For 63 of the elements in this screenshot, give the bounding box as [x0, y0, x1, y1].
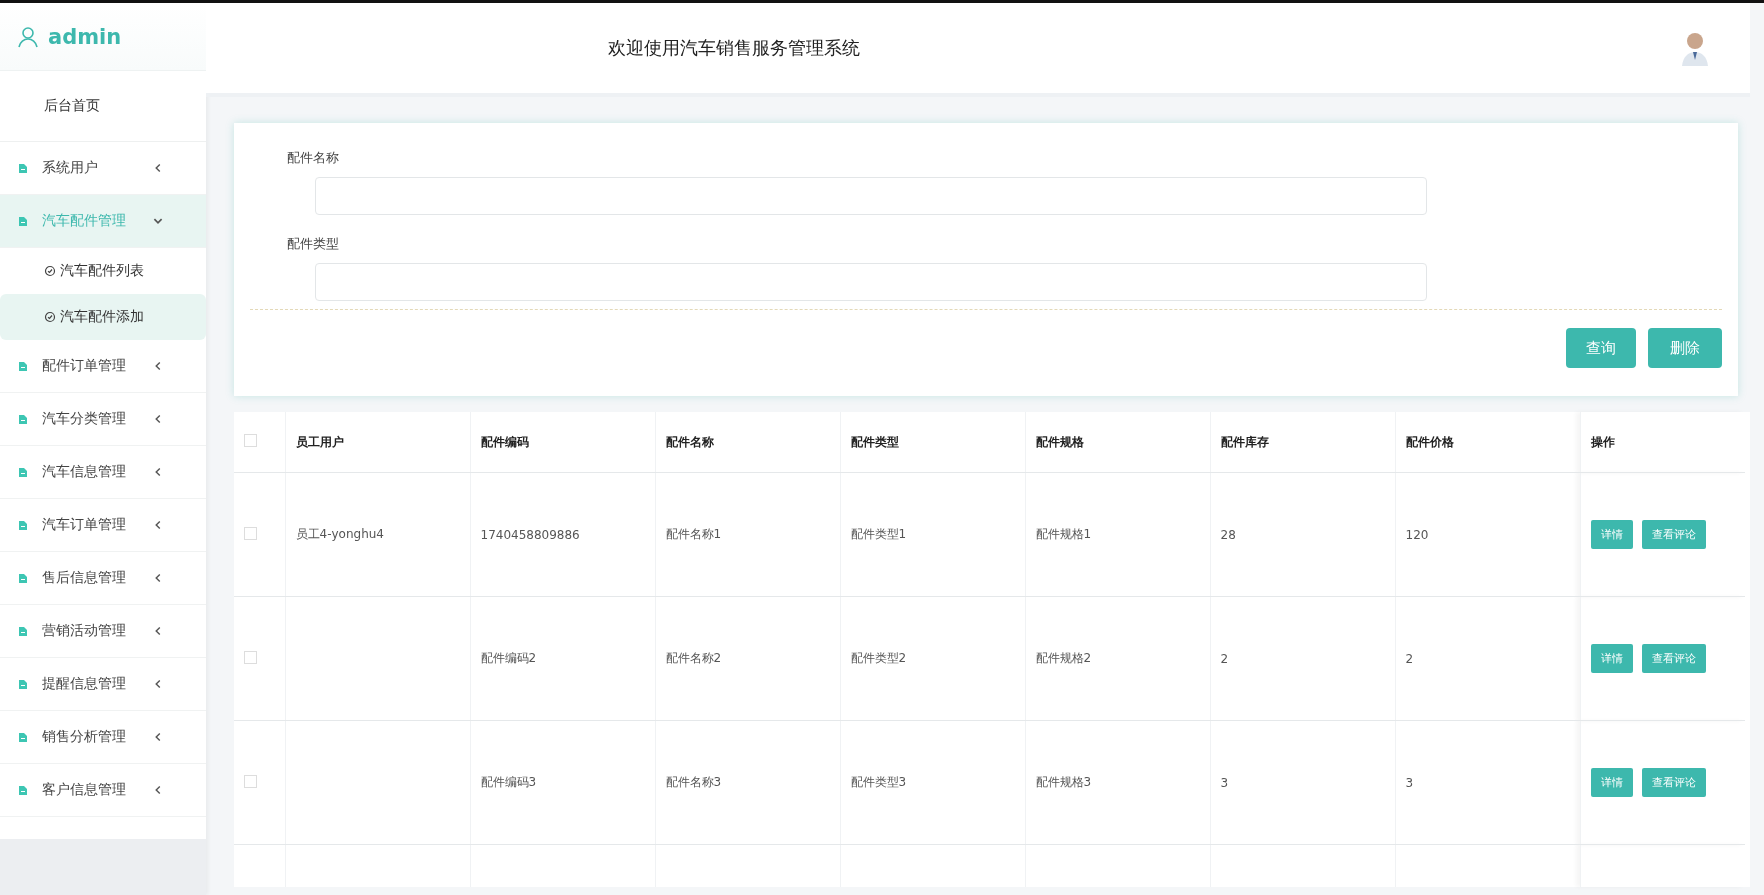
- table-cell: 配件名称1: [665, 527, 722, 541]
- input-field[interactable]: [315, 263, 1427, 301]
- sidebar-item[interactable]: 售后信息管理: [0, 552, 206, 605]
- column-header: 员工用户: [295, 434, 344, 449]
- table-cell: 配件名称2: [665, 651, 722, 665]
- clock-icon: [44, 265, 56, 277]
- column-header: 操作: [1590, 434, 1615, 449]
- page-title: 欢迎使用汽车销售服务管理系统: [608, 36, 860, 60]
- table-cell: 配件类型1: [850, 527, 907, 541]
- sidebar-subitem[interactable]: 汽车配件添加: [0, 294, 206, 340]
- checkbox[interactable]: [244, 526, 257, 540]
- column-header: 配件类型: [850, 434, 899, 449]
- document-icon: [18, 360, 28, 372]
- table-cell: 1740458809886: [480, 527, 580, 542]
- document-icon: [18, 162, 28, 174]
- table-cell: 2: [1405, 651, 1414, 666]
- document-icon: [18, 625, 28, 637]
- table-cell: 120: [1405, 527, 1429, 542]
- document-icon: [18, 572, 28, 584]
- table-cell: 配件类型3: [850, 775, 907, 789]
- document-icon: [18, 784, 28, 796]
- checkbox[interactable]: [244, 650, 257, 664]
- sidebar-item[interactable]: 汽车分类管理: [0, 393, 206, 446]
- column-header: 配件编码: [480, 434, 529, 449]
- sidebar-item[interactable]: 汽车订单管理: [0, 499, 206, 552]
- column-header: 配件规格: [1035, 434, 1084, 449]
- sidebar-item[interactable]: 汽车信息管理: [0, 446, 206, 499]
- document-icon: [18, 519, 28, 531]
- table-cell: 3: [1220, 775, 1229, 790]
- field-label: 配件名称: [287, 149, 340, 167]
- document-icon: [18, 413, 28, 425]
- sidebar-item[interactable]: 客户信息管理: [0, 764, 206, 817]
- table-cell: 员工4-yonghu4: [295, 527, 384, 541]
- table-cell: 配件名称3: [665, 775, 722, 789]
- checkbox[interactable]: [244, 434, 257, 447]
- table-cell: 配件规格1: [1035, 527, 1092, 541]
- checkbox[interactable]: [244, 774, 257, 788]
- field-label: 配件类型: [287, 235, 340, 253]
- sidebar-item[interactable]: 配件订单管理: [0, 340, 206, 393]
- table-cell: 2: [1220, 651, 1229, 666]
- document-icon: [18, 215, 28, 227]
- column-header: 配件名称: [665, 434, 714, 449]
- input-field[interactable]: [315, 177, 1427, 215]
- table-cell: 配件规格2: [1035, 651, 1092, 665]
- table-cell: 配件编码3: [480, 775, 537, 789]
- document-icon: [18, 678, 28, 690]
- avatar-icon[interactable]: [1680, 30, 1710, 66]
- column-header: 配件价格: [1405, 434, 1454, 449]
- sidebar-subitem[interactable]: 汽车配件列表: [0, 248, 206, 294]
- sidebar-item[interactable]: 提醒信息管理: [0, 658, 206, 711]
- document-icon: [18, 466, 28, 478]
- table-cell: 配件编码2: [480, 651, 537, 665]
- table-cell: 配件类型2: [850, 651, 907, 665]
- user-icon: [16, 24, 40, 49]
- table-cell: 3: [1405, 775, 1414, 790]
- user-name: admin: [48, 24, 122, 49]
- sidebar-item[interactable]: 营销活动管理: [0, 605, 206, 658]
- clock-icon: [44, 311, 56, 323]
- table-cell: 配件规格3: [1035, 775, 1092, 789]
- sidebar-item[interactable]: 销售分析管理: [0, 711, 206, 764]
- column-header: 配件库存: [1220, 434, 1269, 449]
- document-icon: [18, 731, 28, 743]
- table-cell: 28: [1220, 527, 1236, 542]
